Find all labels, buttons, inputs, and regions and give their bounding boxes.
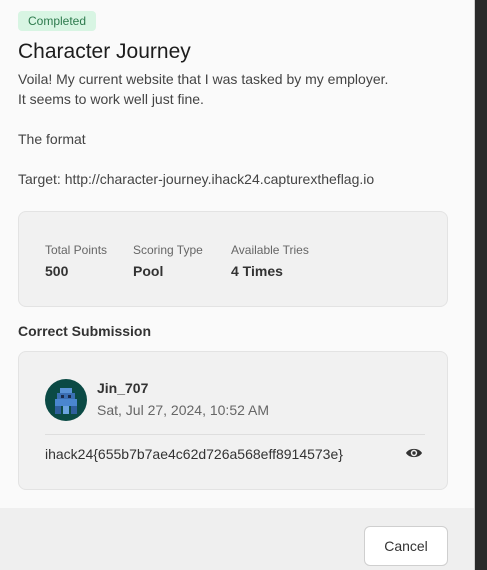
- stats-card: Total Points 500 Scoring Type Pool Avail…: [18, 211, 448, 307]
- format-line: The format: [18, 131, 86, 147]
- submission-card: Jin_707 Sat, Jul 27, 2024, 10:52 AM ihac…: [18, 351, 448, 490]
- target-line: Target: http://character-journey.ihack24…: [18, 171, 375, 187]
- eye-icon[interactable]: [405, 446, 423, 460]
- description-line: It seems to work well just fine.: [18, 91, 204, 107]
- stat-total-points: Total Points 500: [45, 243, 107, 279]
- stat-value: Pool: [133, 263, 164, 279]
- modal-edge: [474, 0, 475, 570]
- cancel-button[interactable]: Cancel: [364, 526, 448, 566]
- stat-label: Available Tries: [231, 243, 309, 257]
- modal-footer: Cancel: [0, 508, 474, 570]
- stat-available-tries: Available Tries 4 Times: [231, 243, 309, 279]
- submission-timestamp: Sat, Jul 27, 2024, 10:52 AM: [97, 402, 270, 418]
- submitted-flag: ihack24{655b7b7ae4c62d726a568eff8914573e…: [45, 446, 343, 462]
- stat-value: 500: [45, 263, 69, 279]
- challenge-description: Voila! My current website that I was tas…: [18, 69, 468, 189]
- submitter-name: Jin_707: [97, 380, 149, 396]
- challenge-title: Character Journey: [18, 40, 191, 63]
- description-line: Voila! My current website that I was tas…: [18, 71, 389, 87]
- background-overlay: [474, 0, 487, 570]
- stat-label: Scoring Type: [133, 243, 203, 257]
- challenge-modal: Completed Character Journey Voila! My cu…: [0, 0, 474, 570]
- stat-scoring-type: Scoring Type Pool: [133, 243, 203, 279]
- divider: [45, 434, 425, 435]
- pixel-avatar-icon: [55, 388, 77, 414]
- stat-value: 4 Times: [231, 263, 283, 279]
- correct-submission-heading: Correct Submission: [18, 323, 152, 339]
- avatar: [45, 379, 87, 421]
- stat-label: Total Points: [45, 243, 108, 257]
- status-badge: Completed: [18, 11, 97, 31]
